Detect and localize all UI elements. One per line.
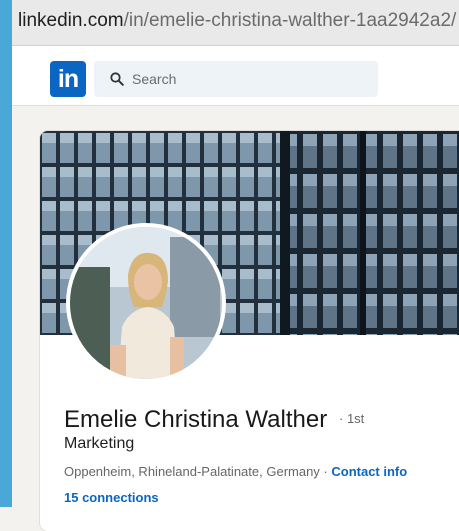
linkedin-logo[interactable]: in: [50, 61, 86, 97]
url-text[interactable]: linkedin.com/in/emelie-christina-walther…: [18, 10, 456, 32]
profile-location: Oppenheim, Rhineland-Palatinate, Germany: [64, 464, 320, 479]
profile-photo[interactable]: [66, 223, 226, 383]
avatar-image: [70, 227, 222, 379]
url-host: linkedin.com: [18, 10, 124, 31]
search-icon: [110, 72, 124, 86]
top-navigation: in: [12, 46, 459, 106]
search-bar[interactable]: [94, 61, 378, 97]
profile-headline: Marketing: [64, 435, 135, 452]
contact-info-link[interactable]: Contact info: [331, 464, 407, 479]
location-line: Oppenheim, Rhineland-Palatinate, Germany…: [64, 464, 407, 479]
separator: ·: [319, 464, 332, 479]
url-path: /in/emelie-christina-walther-1aa2942a2/: [123, 10, 457, 31]
connection-degree: · 1st: [339, 411, 365, 426]
address-bar[interactable]: linkedin.com/in/emelie-christina-walther…: [12, 0, 459, 46]
search-input[interactable]: [132, 61, 362, 97]
logo-text: in: [57, 64, 79, 93]
connections-link[interactable]: 15 connections: [64, 490, 159, 505]
profile-name: Emelie Christina Walther: [64, 406, 328, 433]
profile-card: Emelie Christina Walther · 1st Marketing…: [40, 131, 459, 531]
window-edge: [0, 0, 12, 507]
